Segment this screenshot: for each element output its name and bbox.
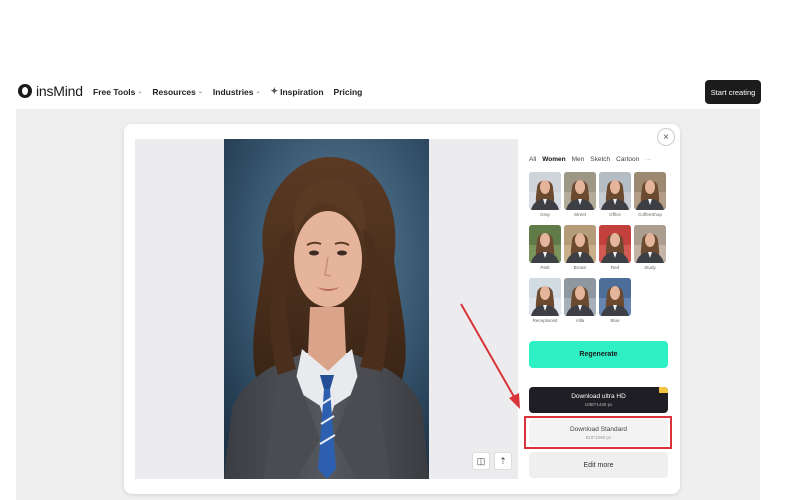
tab-cartoon[interactable]: Cartoon [616,156,639,163]
tab-all[interactable]: All [529,156,536,163]
style-preview-image [564,225,596,263]
style-preview-image [564,172,596,210]
style-thumbnail[interactable] [529,278,561,316]
nav-item-label: Inspiration [280,86,324,97]
style-preview-image [529,278,561,316]
nav-menu: Free Tools ⌄ Resources ⌄ Industries ⌄ ✦ … [93,86,362,97]
nav-item-free-tools[interactable]: Free Tools ⌄ [93,86,142,97]
nav-item-pricing[interactable]: Pricing [334,86,363,97]
style-thumbnail-label: Study [644,265,656,270]
style-thumbnail-label: Office [609,212,621,217]
nav-item-label: Pricing [333,86,363,97]
chevron-down-icon: ⌄ [255,89,261,95]
style-preview-image [529,225,561,263]
style-preview-image [529,172,561,210]
style-thumbnail-label: Blue [610,318,620,323]
style-thumbnail-label: CoffeeShop [638,212,662,217]
style-thumbnail-label: Park [540,265,550,270]
style-filter-tabs: All Women Men Sketch Cartoon ··· [529,156,652,163]
style-thumbnail-label: Red [610,265,620,270]
style-thumbnail[interactable] [564,225,596,263]
style-thumbnail-label: Gray [540,212,550,217]
style-thumbnail[interactable] [634,225,666,263]
style-preview-image [599,172,631,210]
compare-icon: ◫ [476,455,486,466]
style-thumbnail[interactable] [564,172,596,210]
style-thumbnail[interactable] [599,172,631,210]
style-preview-image [564,278,596,316]
nav-item-inspiration[interactable]: ✦ Inspiration [271,86,324,97]
generated-portrait [224,139,429,479]
style-thumbnail[interactable] [529,172,561,210]
style-preview-image [599,225,631,263]
tab-men[interactable]: Men [572,156,585,163]
close-icon: × [663,131,669,143]
style-thumbnail[interactable] [599,278,631,316]
portrait-image [224,139,429,479]
download-ultra-hd-button[interactable]: Download ultra HD 1080*1440 px [529,387,668,413]
nav-item-label: Resources [152,86,196,97]
brand-logo-icon [18,84,32,98]
premium-badge-icon [659,387,668,393]
style-thumbnail-label: Villa [575,318,585,323]
brand-name: insMind [36,83,83,99]
style-preview-image [599,278,631,316]
share-icon: ⇡ [499,455,507,466]
regenerate-button[interactable]: Regenerate [529,341,668,368]
highlight-box [524,416,672,449]
style-thumbnail-label: Brown [573,265,587,270]
nav-item-industries[interactable]: Industries ⌄ [213,86,261,97]
download-ultra-size: 1080*1440 px [584,402,613,407]
nav-item-label: Free Tools [93,86,136,97]
style-thumbnail[interactable] [634,172,666,210]
compare-button[interactable]: ◫ [472,452,490,470]
chevron-down-icon: ⌄ [197,89,203,95]
style-thumbnail[interactable] [564,278,596,316]
style-thumbnail-label: Street [573,212,586,217]
edit-more-button[interactable]: Edit more [529,452,668,478]
top-navigation: insMind Free Tools ⌄ Resources ⌄ Industr… [0,76,800,108]
style-preview-image [634,225,666,263]
brand-logo[interactable]: insMind [18,83,83,99]
style-thumbnail-label: Receptionist [532,318,558,323]
share-button[interactable]: ⇡ [494,452,512,470]
more-tabs-icon[interactable]: ··· [645,156,652,163]
style-thumbnail[interactable] [529,225,561,263]
sparkle-icon: ✦ [270,86,279,96]
nav-item-label: Industries [212,86,254,97]
tab-women[interactable]: Women [542,156,565,163]
chevron-down-icon: ⌄ [137,89,143,95]
download-ultra-label: Download ultra HD [571,393,626,400]
start-creating-button[interactable]: Start creating [705,80,761,104]
nav-item-resources[interactable]: Resources ⌄ [152,86,203,97]
close-button[interactable]: × [657,128,675,146]
style-thumbnail[interactable] [599,225,631,263]
tab-sketch[interactable]: Sketch [590,156,610,163]
style-preview-image [634,172,666,210]
